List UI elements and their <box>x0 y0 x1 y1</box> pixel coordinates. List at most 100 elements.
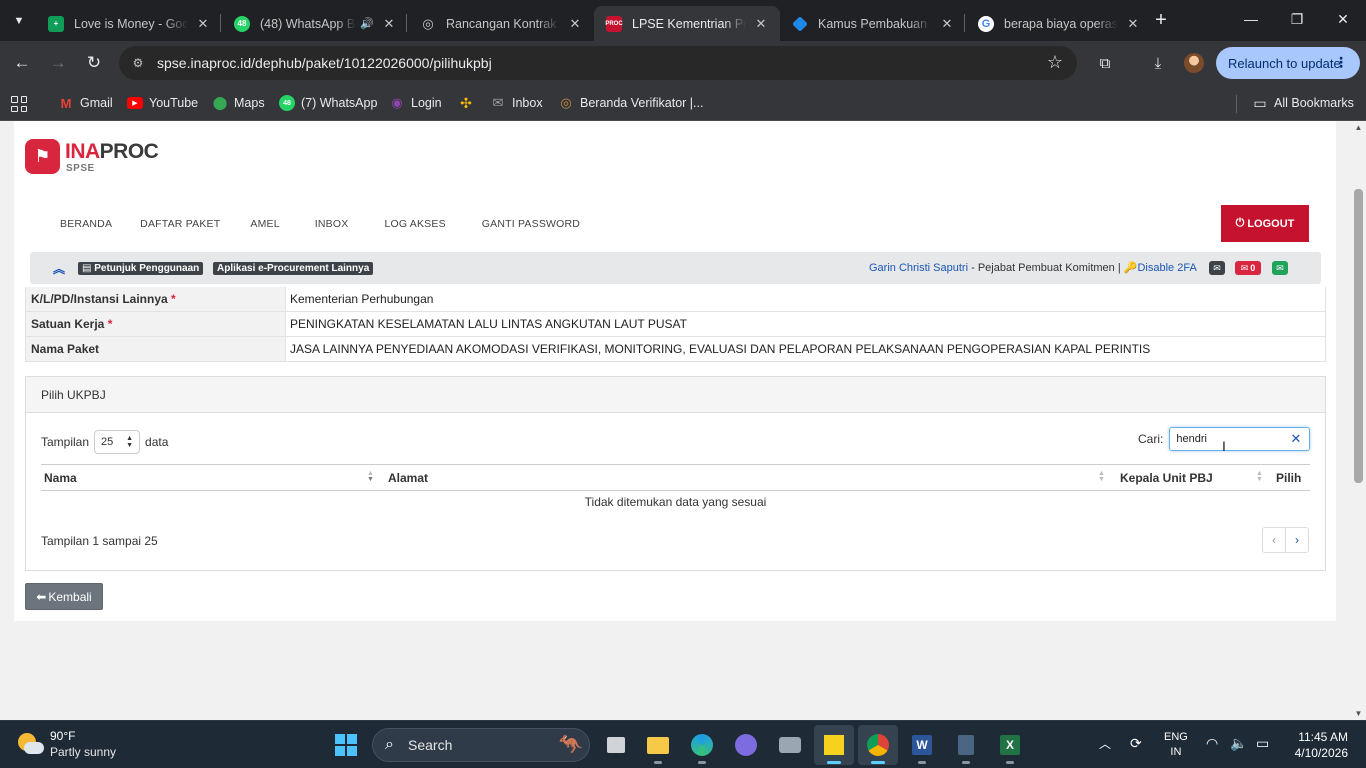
petunjuk-penggunaan-link[interactable]: ▤ Petunjuk Penggunaan <box>78 262 204 275</box>
bookmark-gmail[interactable]: M Gmail <box>58 93 113 113</box>
volume-icon[interactable]: 🔈 <box>1230 735 1247 752</box>
inbox-count-badge[interactable]: ✉ 0 <box>1235 261 1261 275</box>
all-bookmarks[interactable]: ▭ All Bookmarks <box>1252 93 1354 113</box>
bookmark-whatsapp[interactable]: 48 (7) WhatsApp <box>279 93 377 113</box>
aplikasi-lainnya-link[interactable]: Aplikasi e-Procurement Lainnya <box>213 262 374 275</box>
next-page-button[interactable]: › <box>1285 528 1308 552</box>
detail-row: Nama Paket JASA LAINNYA PENYEDIAAN AKOMO… <box>25 337 1326 362</box>
nav-log-akses[interactable]: LOG AKSES <box>384 218 445 230</box>
forward-button[interactable]: → <box>45 50 71 76</box>
back-button[interactable]: ← <box>9 50 35 76</box>
taskbar-search[interactable]: ⌕ Search 🦘 <box>372 728 590 762</box>
nav-beranda[interactable]: BERANDA <box>60 218 112 230</box>
minimize-button[interactable]: — <box>1228 0 1274 38</box>
scroll-up-arrow-icon[interactable]: ▲ <box>1354 123 1363 132</box>
bookmark-pinwheel[interactable]: ✣ <box>458 93 480 113</box>
battery-icon[interactable]: ▭ <box>1256 735 1269 752</box>
camera-button[interactable] <box>770 725 810 765</box>
nav-ganti-password[interactable]: GANTI PASSWORD <box>482 218 580 230</box>
double-chevron-up-icon[interactable]: ︽ <box>53 260 65 277</box>
folder-icon <box>647 736 669 754</box>
logout-button[interactable]: ⏻ LOGOUT <box>1221 205 1309 242</box>
browser-tab[interactable]: G berapa biaya operasi ✕ <box>966 6 1152 41</box>
page-scrollbar[interactable]: ▲ ▼ <box>1351 121 1366 720</box>
sync-icon[interactable]: ⟳ <box>1130 735 1142 752</box>
scroll-down-arrow-icon[interactable]: ▼ <box>1354 709 1363 718</box>
close-icon[interactable]: ✕ <box>566 16 584 32</box>
maps-icon: ⬤ <box>212 95 228 110</box>
calculator-button[interactable] <box>946 725 986 765</box>
bookmark-login[interactable]: ◉ Login <box>389 93 441 113</box>
close-icon[interactable]: ✕ <box>938 16 956 32</box>
search-input[interactable]: hendri ✕ <box>1169 427 1311 451</box>
more-menu-icon[interactable]: ⋮ <box>1334 54 1348 71</box>
sort-icon[interactable]: ▲ ▼ <box>1256 470 1263 483</box>
close-icon[interactable]: ✕ <box>1124 16 1142 32</box>
restore-button[interactable]: ❐ <box>1274 0 1320 38</box>
word-button[interactable]: W <box>902 725 942 765</box>
bookmark-maps[interactable]: ⬤ Maps <box>212 93 265 113</box>
bookmark-star-icon[interactable]: ☆ <box>1047 52 1063 73</box>
url-text[interactable]: spse.inaproc.id/dephub/paket/10122026000… <box>157 55 492 71</box>
input-language[interactable]: ENG IN <box>1164 730 1188 760</box>
file-explorer-button[interactable] <box>638 725 678 765</box>
sort-icon[interactable]: ▲ ▼ <box>1098 470 1105 483</box>
bookmark-youtube[interactable]: ▶ YouTube <box>127 93 198 113</box>
kembali-button[interactable]: ⬅ Kembali <box>25 583 103 610</box>
sticky-notes-button[interactable] <box>814 725 854 765</box>
relaunch-button[interactable]: Relaunch to update ⋮ <box>1216 47 1360 79</box>
user-name-link[interactable]: Garin Christi Saputri <box>869 262 968 274</box>
disable-2fa-link[interactable]: 🔑Disable 2FA <box>1124 262 1197 274</box>
inaproc-logo[interactable]: ⚑ INAPROC SPSE <box>25 139 159 175</box>
address-bar[interactable]: ⚙ spse.inaproc.id/dephub/paket/101220260… <box>119 46 1077 80</box>
camera-icon <box>779 737 801 753</box>
wifi-icon[interactable]: ◠ <box>1206 735 1218 752</box>
extensions-icon[interactable]: ⧉ <box>1094 52 1116 74</box>
gmail-icon: M <box>60 95 72 111</box>
open-mail-icon[interactable]: ✉ <box>1272 261 1288 275</box>
column-nama[interactable]: Nama <box>44 471 77 485</box>
bookmark-label: Beranda Verifikator |... <box>580 96 704 110</box>
column-alamat[interactable]: Alamat <box>388 471 428 485</box>
chevron-up-icon[interactable]: ︿ <box>1099 735 1111 752</box>
tab-title: (48) WhatsApp Bu <box>260 16 357 31</box>
nav-amel[interactable]: AMEL <box>250 218 279 230</box>
reload-button[interactable]: ↻ <box>81 50 107 76</box>
speaker-icon[interactable]: 🔊 <box>360 17 374 30</box>
browser-tab-active[interactable]: PROC LPSE Kementrian Perh ✕ <box>594 6 780 41</box>
close-window-button[interactable]: ✕ <box>1320 0 1366 38</box>
column-kepala-unit-pbj[interactable]: Kepala Unit PBJ <box>1120 471 1213 485</box>
windows-taskbar: 90°F Partly sunny ⌕ Search 🦘 W X ︿ ⟳ ENG… <box>0 720 1366 768</box>
close-icon[interactable]: ✕ <box>194 16 212 32</box>
browser-tab[interactable]: Kamus Pembakuan S ✕ <box>780 6 966 41</box>
browser-tab[interactable]: 48 (48) WhatsApp Bu 🔊 ✕ <box>222 6 408 41</box>
excel-button[interactable]: X <box>990 725 1030 765</box>
tab-search-button[interactable]: ▼ <box>6 8 32 34</box>
task-view-button[interactable] <box>596 725 636 765</box>
close-icon[interactable]: ✕ <box>752 16 770 32</box>
apps-grid-icon[interactable] <box>11 96 27 112</box>
new-tab-button[interactable]: + <box>1150 10 1172 32</box>
clear-search-icon[interactable]: ✕ <box>1290 431 1301 447</box>
sort-icon[interactable]: ▲ ▼ <box>367 470 374 483</box>
edge-button[interactable] <box>682 725 722 765</box>
bookmark-inbox[interactable]: ✉ Inbox <box>490 93 543 113</box>
bookmark-label: YouTube <box>149 96 199 110</box>
start-button[interactable] <box>326 725 366 765</box>
nav-inbox[interactable]: INBOX <box>315 218 349 230</box>
prev-page-button[interactable]: ‹ <box>1263 528 1285 552</box>
envelope-icon[interactable]: ✉ <box>1209 261 1225 275</box>
browser-tab[interactable]: + Love is Money - Goo ✕ <box>36 6 222 41</box>
nav-daftar-paket[interactable]: DAFTAR PAKET <box>140 218 220 230</box>
clock[interactable]: 11:45 AM 4/10/2026 <box>1288 729 1348 761</box>
site-info-icon[interactable]: ⚙ <box>129 54 147 72</box>
chrome-button[interactable] <box>858 725 898 765</box>
scrollbar-thumb[interactable] <box>1354 189 1363 483</box>
profile-avatar[interactable] <box>1184 53 1204 73</box>
app-button[interactable] <box>726 725 766 765</box>
close-icon[interactable]: ✕ <box>380 16 398 32</box>
page-length-select[interactable]: 25 ▲ ▼ <box>94 430 141 454</box>
download-icon[interactable]: ⤓ <box>1147 52 1169 74</box>
browser-tab[interactable]: ◎ Rancangan Kontrak P ✕ <box>408 6 594 41</box>
bookmark-verifikator[interactable]: ◎ Beranda Verifikator |... <box>558 93 703 113</box>
